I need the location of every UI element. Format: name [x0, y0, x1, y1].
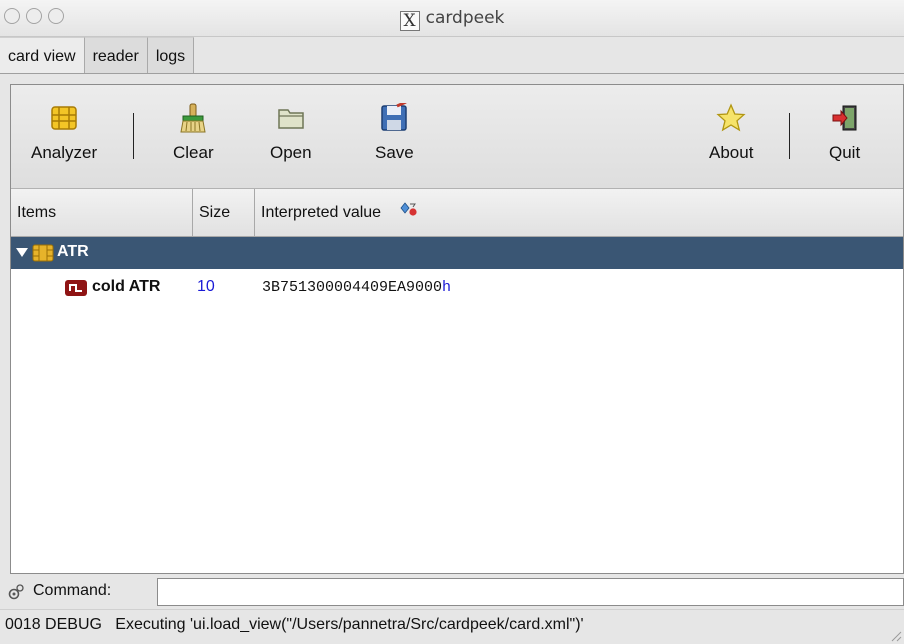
item-block-icon: [65, 280, 87, 296]
star-icon: [716, 103, 746, 132]
about-button[interactable]: About: [709, 103, 753, 163]
tab-card-view[interactable]: card view: [0, 37, 85, 74]
exit-icon: [832, 105, 857, 131]
open-label: Open: [270, 143, 312, 162]
quit-button[interactable]: Quit: [829, 103, 860, 163]
tree-item-value-suffix: h: [442, 279, 452, 296]
command-bar: Command:: [0, 578, 904, 606]
command-label: Command:: [33, 582, 112, 599]
tree-row-atr[interactable]: ATR: [11, 237, 903, 269]
tree-item-atr-label: ATR: [57, 243, 89, 260]
floppy-icon: [381, 103, 408, 131]
title-bar: Xcardpeek: [0, 0, 904, 37]
toolbar-separator: [133, 113, 134, 159]
chip-icon: [51, 106, 77, 130]
column-header-size[interactable]: Size: [193, 189, 255, 237]
clear-label: Clear: [173, 143, 214, 162]
x11-icon: X: [399, 11, 420, 31]
folder-icon: [278, 109, 304, 129]
gear-icon: [8, 584, 24, 600]
chip-icon: [32, 244, 54, 262]
command-input[interactable]: [157, 578, 904, 606]
open-button[interactable]: Open: [270, 103, 312, 163]
card-view-panel: Analyzer Clear Open Save About Quit Item…: [10, 84, 904, 574]
save-button[interactable]: Save: [375, 103, 414, 163]
expander-icon[interactable]: [16, 248, 28, 258]
sort-icon: [400, 202, 417, 216]
tab-reader[interactable]: reader: [84, 37, 148, 74]
analyzer-button[interactable]: Analyzer: [31, 103, 97, 163]
clear-button[interactable]: Clear: [173, 103, 214, 163]
quit-label: Quit: [829, 143, 861, 162]
tree-item-value-hex: 3B751300004409EA9000: [262, 279, 443, 296]
tree-row-cold-atr[interactable]: cold ATR 10 3B751300004409EA9000h: [11, 277, 903, 301]
tree-header: Items Size Interpreted value: [11, 189, 903, 237]
tab-divider: [0, 73, 904, 74]
status-message: 0018 DEBUG Executing 'ui.load_view("/Use…: [5, 616, 584, 633]
toolbar: Analyzer Clear Open Save About Quit: [11, 85, 903, 189]
window-title-wrap: Xcardpeek: [0, 8, 904, 31]
resize-grip-icon[interactable]: [888, 628, 902, 642]
notebook-tabs: card view reader logs: [0, 37, 195, 74]
tree-item-size: 10: [197, 278, 215, 295]
status-bar: 0018 DEBUG Executing 'ui.load_view("/Use…: [0, 609, 904, 644]
analyzer-label: Analyzer: [31, 143, 98, 162]
tree-item-value: 3B751300004409EA9000h: [262, 279, 451, 296]
tab-logs[interactable]: logs: [147, 37, 195, 74]
about-label: About: [709, 143, 754, 162]
column-header-items[interactable]: Items: [11, 189, 193, 237]
tree-item-cold-atr-label: cold ATR: [92, 278, 161, 295]
save-label: Save: [375, 143, 414, 162]
toolbar-separator: [789, 113, 790, 159]
broom-icon: [180, 103, 206, 133]
column-header-interpreted[interactable]: Interpreted value: [255, 189, 903, 237]
window-title: cardpeek: [425, 8, 505, 28]
column-header-interpreted-label: Interpreted value: [261, 204, 382, 221]
